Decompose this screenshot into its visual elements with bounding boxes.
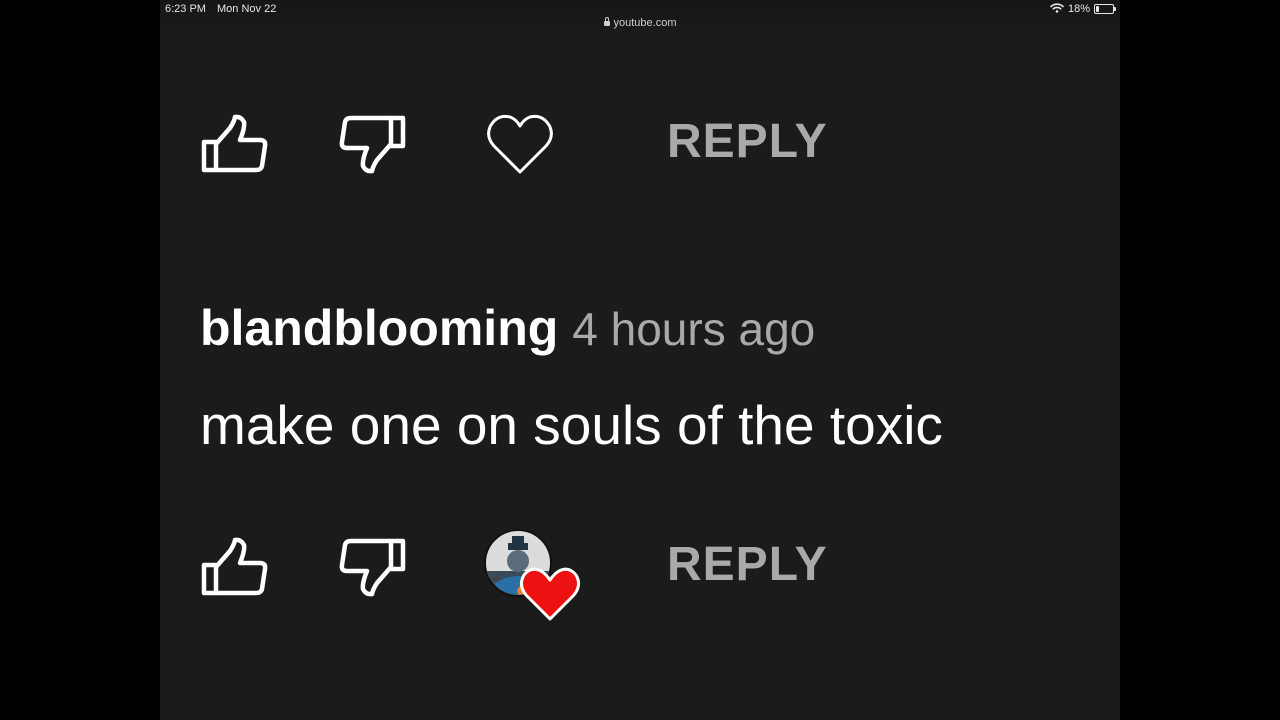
- creator-heart-icon: [484, 529, 581, 621]
- lock-icon: [603, 17, 610, 26]
- reply-button[interactable]: REPLY: [667, 537, 828, 593]
- heart-button[interactable]: [480, 104, 560, 184]
- dislike-button[interactable]: [333, 527, 413, 607]
- comment-author[interactable]: blandblooming: [200, 300, 558, 356]
- battery-level: [1096, 6, 1099, 12]
- thumbs-up-icon: [201, 537, 268, 596]
- comment-text: make one on souls of the toxic: [200, 394, 943, 456]
- heart-outline-icon: [487, 114, 553, 174]
- thumbs-down-icon: [339, 115, 406, 174]
- thumbs-down-icon: [339, 538, 406, 597]
- address-bar[interactable]: youtube.com: [160, 17, 1120, 29]
- app-screen: 6:23 PM Mon Nov 22 youtube.com 18% REPLY…: [160, 0, 1120, 720]
- comment-header: blandblooming 4 hours ago: [200, 298, 815, 358]
- previous-comment-actions: REPLY: [160, 104, 1120, 184]
- status-date: Mon Nov 22: [217, 3, 277, 15]
- red-heart-icon: [519, 567, 581, 621]
- dislike-button[interactable]: [333, 104, 413, 184]
- status-indicators: 18%: [1050, 2, 1116, 16]
- comment-timestamp: 4 hours ago: [572, 303, 816, 355]
- status-bar: 6:23 PM Mon Nov 22 youtube.com 18%: [160, 0, 1120, 36]
- thumbs-up-icon: [201, 114, 268, 173]
- like-button[interactable]: [194, 104, 274, 184]
- comment-actions: REPLY: [160, 527, 1120, 621]
- battery-percent: 18%: [1067, 3, 1090, 15]
- reply-button[interactable]: REPLY: [667, 114, 828, 170]
- status-time: 6:23 PM: [165, 3, 206, 15]
- battery-icon: [1094, 4, 1116, 14]
- creator-heart-button[interactable]: [482, 527, 582, 627]
- url-text: youtube.com: [613, 17, 677, 29]
- like-button[interactable]: [194, 527, 274, 607]
- wifi-icon: [1050, 2, 1064, 16]
